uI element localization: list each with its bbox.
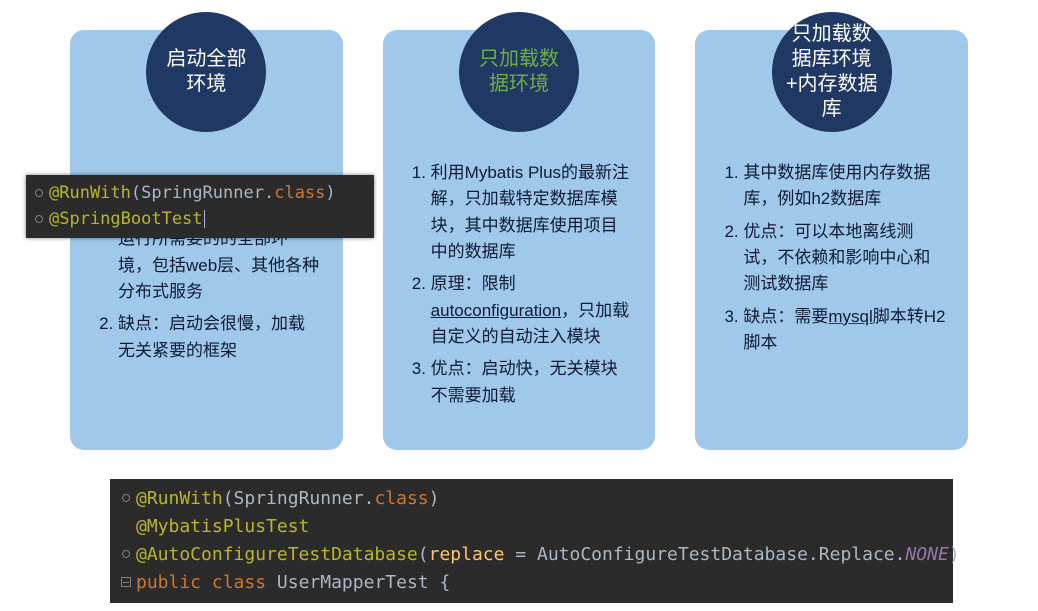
gutter-marker-icon: [122, 494, 130, 502]
code-snippet-bottom: @RunWith(SpringRunner.class) @MybatisPlu…: [110, 479, 953, 603]
list-item: 优点：可以本地离线测试，不依赖和影响中心和测试数据库: [743, 219, 946, 298]
fold-minus-icon: [121, 577, 131, 587]
card-2-badge: 只加载数据环境: [459, 12, 579, 132]
code-line: @MybatisPlusTest: [116, 513, 943, 541]
tok-annotation: @SpringBootTest: [49, 209, 203, 229]
list-item: 缺点：启动会很慢，加载无关紧要的框架: [118, 311, 321, 364]
list-item: 原理：限制autoconfiguration，只加载自定义的自动注入模块: [431, 271, 634, 350]
code-line: @SpringBootTest: [35, 206, 365, 232]
card-memdb-env: 只加载数据库环境+内存数据库 其中数据库使用内存数据库，例如h2数据库 优点：可…: [695, 30, 968, 450]
tok-annotation: @RunWith: [49, 183, 131, 203]
code-line: public class UserMapperTest {: [116, 569, 943, 597]
gutter-marker-icon: [35, 189, 43, 197]
card-full-env: 启动全部环境 利用注解启动spring boot运行所需要的的全部环境，包括we…: [70, 30, 343, 450]
text-caret-icon: [204, 210, 205, 228]
gutter-marker-icon: [122, 550, 130, 558]
list-item: 其中数据库使用内存数据库，例如h2数据库: [743, 160, 946, 213]
card-2-list: 利用Mybatis Plus的最新注解，只加载特定数据库模块，其中数据库使用项目…: [405, 160, 634, 409]
gutter-marker-icon: [35, 215, 43, 223]
card-2-title: 只加载数据环境: [471, 47, 567, 97]
code-line: @AutoConfigureTestDatabase(replace = Aut…: [116, 541, 943, 569]
code-line: @RunWith(SpringRunner.class): [116, 485, 943, 513]
card-3-badge: 只加载数据库环境+内存数据库: [772, 12, 892, 132]
list-item: 利用Mybatis Plus的最新注解，只加载特定数据库模块，其中数据库使用项目…: [431, 160, 634, 265]
card-1-title: 启动全部环境: [158, 47, 254, 97]
card-3-title: 只加载数据库环境+内存数据库: [784, 22, 880, 122]
underlined-word: autoconfiguration: [431, 301, 561, 320]
card-3-list: 其中数据库使用内存数据库，例如h2数据库 优点：可以本地离线测试，不依赖和影响中…: [717, 160, 946, 356]
red-underlined-word: mysql: [828, 307, 872, 326]
code-snippet-top: @RunWith(SpringRunner.class) @SpringBoot…: [26, 175, 374, 238]
list-item: 缺点：需要mysql脚本转H2脚本: [743, 304, 946, 357]
code-line: @RunWith(SpringRunner.class): [35, 180, 365, 206]
card-1-badge: 启动全部环境: [146, 12, 266, 132]
list-item: 优点：启动快，无关模块不需要加载: [431, 356, 634, 409]
card-data-env: 只加载数据环境 利用Mybatis Plus的最新注解，只加载特定数据库模块，其…: [383, 30, 656, 450]
